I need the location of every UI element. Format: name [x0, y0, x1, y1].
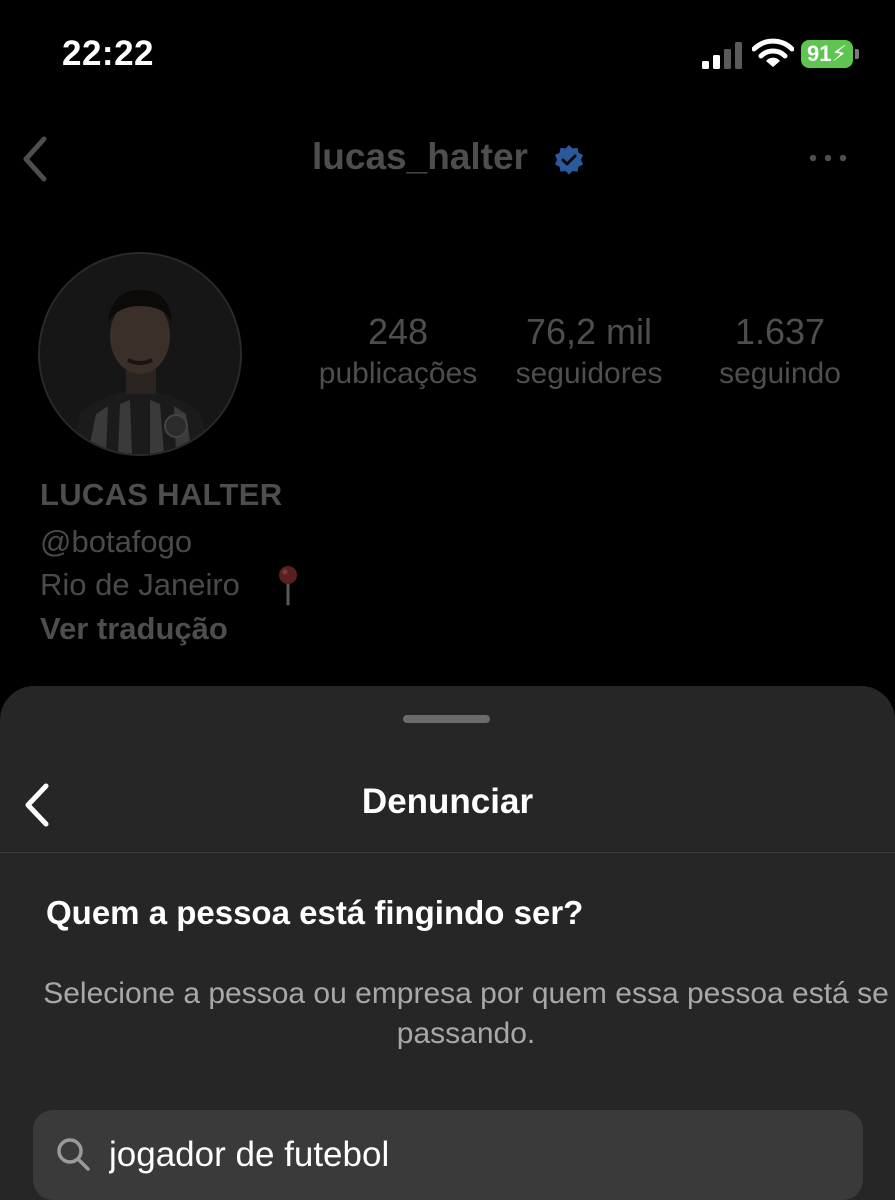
report-question: Quem a pessoa está fingindo ser? [46, 894, 584, 931]
battery-charging-icon: 91 ⚡ [801, 38, 861, 70]
translate-link[interactable]: Ver tradução [40, 611, 228, 647]
status-time: 22:22 [62, 34, 155, 73]
stat-posts-label: publicações [318, 357, 478, 390]
bio-location: Rio de Janeiro [40, 567, 240, 602]
bio-handle-link[interactable]: @botafogo [40, 524, 192, 560]
search-icon [57, 1138, 90, 1171]
search-input[interactable] [109, 1110, 839, 1200]
report-description: Selecione a pessoa ou empresa por quem e… [43, 977, 889, 1050]
stat-posts[interactable]: 248 publicações [305, 310, 491, 394]
stat-followers-value: 76,2 mil [525, 311, 653, 352]
stat-followers-label: seguidores [515, 357, 663, 390]
avatar[interactable] [38, 252, 242, 456]
avatar-photo [40, 254, 240, 454]
battery-cap [855, 49, 859, 59]
profile-username: lucas_halter [312, 136, 528, 177]
more-options-icon[interactable] [808, 150, 848, 166]
charging-bolt-icon: ⚡ [831, 41, 847, 66]
stat-following[interactable]: 1.637 seguindo [690, 310, 870, 394]
signal-icon [702, 42, 742, 69]
sheet-title: Denunciar [361, 782, 534, 821]
back-chevron-icon[interactable] [20, 135, 50, 183]
instagram-profile-screen: 22:22 91 ⚡ lucas_halter 248 publicações … [0, 0, 895, 1200]
battery-level: 91 ⚡ [801, 40, 853, 68]
stat-posts-value: 248 [367, 311, 429, 352]
search-field[interactable] [33, 1110, 863, 1200]
sheet-drag-handle[interactable] [403, 715, 490, 723]
pin-icon [279, 566, 297, 606]
stat-following-value: 1.637 [734, 311, 826, 352]
divider [0, 852, 895, 853]
wifi-icon [752, 38, 794, 67]
report-bottom-sheet: Denunciar Quem a pessoa está fingindo se… [0, 686, 895, 1200]
stat-followers[interactable]: 76,2 mil seguidores [496, 310, 682, 394]
stat-following-label: seguindo [719, 357, 841, 390]
status-bar: 22:22 91 ⚡ [0, 0, 895, 110]
verified-badge-icon[interactable] [553, 144, 585, 176]
battery-percent: 91 [807, 41, 832, 66]
bio-name: LUCAS HALTER [40, 477, 283, 512]
